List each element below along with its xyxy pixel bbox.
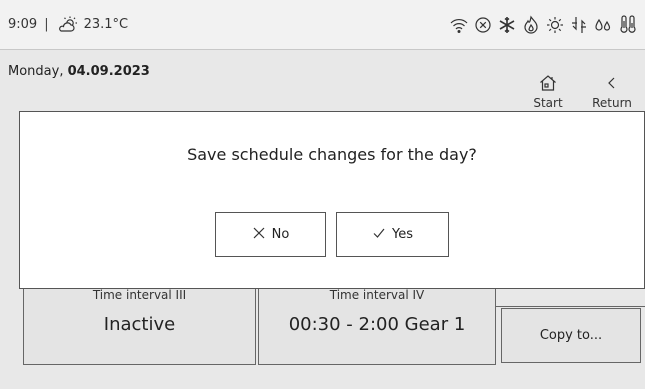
- flame-icon: [521, 15, 541, 35]
- yes-button[interactable]: Yes: [336, 212, 449, 257]
- time-interval-4-tile[interactable]: Time interval IV 00:30 - 2:00 Gear 1: [258, 283, 496, 365]
- water-drops-icon: [593, 15, 613, 35]
- thermometer-icon: [617, 14, 637, 35]
- no-label: No: [271, 227, 290, 242]
- close-icon: [252, 226, 266, 244]
- tile-title: Time interval IV: [329, 288, 425, 302]
- save-schedule-dialog: Save schedule changes for the day? No Ye…: [19, 111, 645, 289]
- snowflake-icon: [497, 15, 517, 35]
- partly-sunny-icon: [58, 15, 78, 35]
- chevron-left-icon: [604, 75, 620, 94]
- weekday: Monday,: [8, 64, 64, 79]
- no-button[interactable]: No: [215, 212, 326, 257]
- checkmark-icon: [372, 226, 386, 244]
- time-interval-3-tile[interactable]: Time interval III Inactive: [23, 283, 256, 365]
- air-flow-icon: [569, 15, 589, 35]
- start-label: Start: [533, 96, 563, 110]
- cancel-circle-icon: [473, 15, 493, 35]
- clock: 9:09: [8, 17, 38, 32]
- date-label: Monday, 04.09.2023: [8, 64, 150, 79]
- status-bar: 9:09 | 23.1°C: [0, 0, 645, 50]
- tile-title: Time interval III: [92, 288, 187, 302]
- wifi-icon: [449, 15, 469, 35]
- status-left: 9:09 | 23.1°C: [0, 0, 128, 49]
- screen: 9:09 | 23.1°C Monday, 04.09.2023 Start R…: [0, 0, 645, 389]
- home-icon: [538, 73, 558, 96]
- tile-value: 00:30 - 2:00 Gear 1: [288, 314, 466, 335]
- tile-value: Inactive: [103, 314, 176, 335]
- status-separator: |: [44, 17, 49, 32]
- return-button[interactable]: Return: [590, 73, 634, 110]
- sun-dust-icon: [545, 15, 565, 35]
- header: Monday, 04.09.2023 Start Return: [0, 51, 645, 111]
- date-value: 04.09.2023: [67, 64, 150, 79]
- status-icons: [449, 0, 637, 49]
- return-label: Return: [592, 96, 632, 110]
- dialog-message: Save schedule changes for the day?: [187, 145, 477, 164]
- yes-label: Yes: [392, 227, 413, 242]
- start-button[interactable]: Start: [526, 73, 570, 110]
- copy-to-button[interactable]: Copy to...: [501, 308, 641, 363]
- temperature: 23.1°C: [83, 17, 129, 32]
